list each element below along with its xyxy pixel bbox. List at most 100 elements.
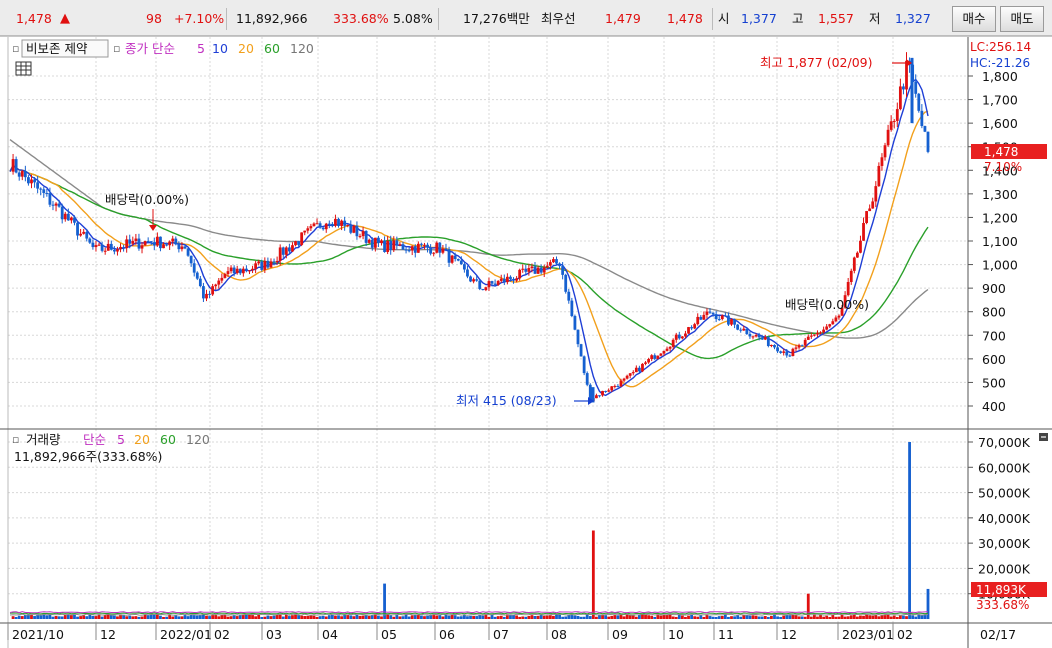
volume-bar (318, 616, 322, 619)
candle-body (330, 223, 334, 226)
low-price: 1,327 (895, 11, 931, 26)
buy-button[interactable]: 매수 (952, 6, 996, 32)
volume-bar (251, 615, 254, 619)
volume-bar (192, 615, 196, 619)
candle-body (183, 246, 187, 249)
table-icon[interactable] (15, 61, 32, 76)
candle-body (398, 244, 402, 246)
candle-body (902, 86, 905, 90)
x-axis-label: 02/17 (980, 627, 1016, 642)
volume-bar (687, 615, 690, 619)
volume-bar (825, 615, 829, 619)
volume-bar (757, 616, 761, 619)
candle-body (404, 249, 408, 251)
candle-body (245, 268, 248, 271)
volume-bar (573, 615, 577, 619)
candle-body (637, 367, 641, 372)
candle-body (466, 269, 469, 277)
volume-bar (908, 442, 911, 619)
volume-bar (432, 615, 436, 619)
volume-bar (128, 615, 132, 619)
candle-body (146, 241, 150, 243)
volume-bar (287, 616, 291, 619)
volume-bar (370, 615, 374, 619)
candle-body (680, 336, 684, 339)
volume-bar (644, 615, 647, 619)
price-change: 98 (146, 11, 162, 26)
high-label: 고 (792, 11, 804, 26)
candle-body (238, 268, 242, 274)
legend-ma20: 20 (238, 41, 254, 56)
sell-button[interactable]: 매도 (1000, 6, 1044, 32)
volume-bar (33, 616, 36, 619)
candle-body (809, 335, 813, 337)
volume-bar (257, 614, 261, 619)
candle-body (481, 288, 485, 291)
volume-bar (619, 614, 623, 619)
volume-bar (447, 615, 451, 619)
volume-bar (834, 616, 838, 619)
volume-bar (97, 614, 101, 619)
volume-bar (260, 616, 264, 619)
candle-body (214, 284, 218, 287)
candle-body (926, 131, 930, 152)
candle-body (797, 345, 801, 348)
candle-body (438, 242, 442, 253)
volume-bar (398, 616, 402, 619)
volume-bar (330, 614, 334, 619)
candle-body (346, 224, 350, 226)
candle-body (656, 355, 660, 359)
volume-bar (843, 616, 847, 619)
chart-area[interactable]: 1,8001,7001,6001,5001,4001,3001,2001,100… (0, 36, 1052, 648)
candle-body (33, 179, 36, 183)
candle-body (739, 329, 743, 331)
volume-bar (693, 616, 697, 619)
candle-body (131, 241, 135, 244)
volume-bar (269, 616, 273, 619)
volume-bar (625, 614, 629, 619)
x-axis-label: 12 (781, 627, 797, 642)
candle-body (831, 321, 835, 325)
candle-body (189, 255, 193, 264)
candle-body (622, 378, 626, 381)
candle-body (659, 353, 663, 356)
candle-body (358, 236, 362, 238)
volume-bar (392, 616, 396, 619)
volume-bar (211, 615, 215, 619)
volume-bar (604, 615, 608, 619)
candle-body (788, 355, 792, 357)
volume-bar (671, 616, 675, 619)
candle-body (186, 248, 190, 256)
candle-body (407, 250, 411, 252)
candle-body (45, 192, 49, 194)
volume-bar (837, 616, 841, 619)
volume-bar (45, 615, 49, 619)
candle-body (39, 188, 43, 190)
candle-body (180, 246, 184, 250)
volume-bar (754, 615, 758, 619)
candle-body (456, 259, 460, 261)
volume-bar (515, 615, 518, 619)
price-tick-label: 600 (982, 352, 1006, 367)
candle-body (125, 239, 129, 249)
volume-ratio: 333.68% (333, 11, 389, 26)
volume-bar (800, 616, 804, 619)
turnover-rate: 5.08% (393, 11, 433, 26)
volume-legend-ma5: 5 (117, 432, 125, 447)
volume-bar (401, 616, 405, 619)
candle-body (604, 390, 608, 392)
chart-svg[interactable]: 1,8001,7001,6001,5001,4001,3001,2001,100… (0, 37, 1052, 648)
candle-body (235, 268, 239, 274)
volume-bar (791, 615, 795, 619)
volume-bar (487, 616, 491, 619)
legend-ma-kind: 종가 단순 (125, 41, 175, 56)
candle-body (865, 211, 868, 223)
volume-bar (309, 615, 313, 619)
low-annotation: 최저 415 (08/23) (456, 393, 557, 408)
volume-ma60-line (9, 612, 929, 615)
volume-bar (662, 614, 666, 619)
volume-bar (868, 615, 872, 619)
dividend-label-1: 배당락(0.00%) (105, 192, 189, 207)
candle-body (653, 355, 657, 359)
candle-body (794, 347, 798, 349)
